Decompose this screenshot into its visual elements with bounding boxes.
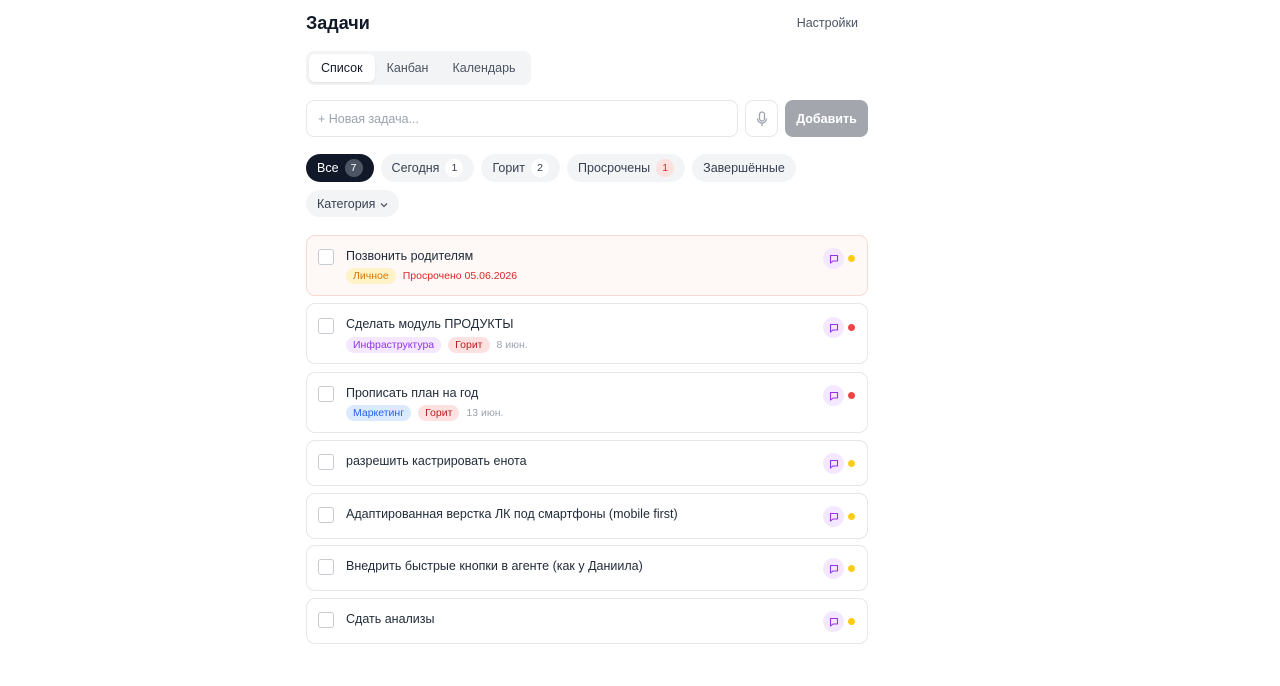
- filter-count: 1: [656, 159, 675, 177]
- task-title: Позвонить родителям: [346, 249, 474, 263]
- comment-button[interactable]: [823, 506, 844, 527]
- task-item[interactable]: Адаптированная верстка ЛК под смартфоны …: [306, 493, 868, 539]
- comment-button[interactable]: [823, 453, 844, 474]
- due-date: 13 июн.: [466, 407, 504, 419]
- category-tag: Личное: [346, 268, 396, 284]
- task-meta: Маркетинг Горит 13 июн.: [346, 405, 503, 421]
- filter-count: 1: [445, 159, 464, 177]
- comment-icon: [829, 617, 838, 627]
- settings-link[interactable]: Настройки: [797, 14, 858, 32]
- category-filter-label: Категория: [317, 196, 376, 211]
- tab-list[interactable]: Список: [309, 54, 375, 82]
- filter-label: Горит: [492, 161, 526, 175]
- comment-icon: [829, 254, 838, 264]
- add-task-row: Добавить: [306, 100, 868, 137]
- task-checkbox[interactable]: [318, 386, 334, 402]
- task-title: Внедрить быстрые кнопки в агенте (как у …: [346, 559, 643, 573]
- task-title: Сделать модуль ПРОДУКТЫ: [346, 317, 514, 331]
- comment-button[interactable]: [823, 385, 844, 406]
- comment-button[interactable]: [823, 317, 844, 338]
- task-checkbox[interactable]: [318, 559, 334, 575]
- task-checkbox[interactable]: [318, 507, 334, 523]
- task-title: Прописать план на год: [346, 386, 479, 400]
- view-tabs: Список Канбан Календарь: [306, 51, 531, 85]
- task-item[interactable]: разрешить кастрировать енота: [306, 440, 868, 486]
- filter-label: Сегодня: [391, 161, 440, 175]
- filter-hot[interactable]: Горит 2: [481, 154, 561, 182]
- mic-button[interactable]: [745, 100, 778, 137]
- priority-dot: [848, 255, 855, 262]
- category-tag: Маркетинг: [346, 405, 412, 421]
- comment-icon: [829, 391, 838, 401]
- comment-button[interactable]: [823, 248, 844, 269]
- task-item[interactable]: Прописать план на год Маркетинг Горит 13…: [306, 372, 868, 433]
- comment-icon: [829, 323, 838, 333]
- tab-kanban[interactable]: Канбан: [375, 54, 441, 82]
- filter-overdue[interactable]: Просрочены 1: [567, 154, 686, 182]
- category-row: Категория: [306, 190, 400, 217]
- new-task-input[interactable]: [306, 100, 738, 137]
- hot-tag: Горит: [418, 405, 460, 421]
- header: Задачи Настройки: [306, 11, 868, 35]
- task-checkbox[interactable]: [318, 249, 334, 265]
- task-item[interactable]: Сдать анализы: [306, 598, 868, 644]
- due-date: 8 июн.: [496, 339, 528, 351]
- task-checkbox[interactable]: [318, 454, 334, 470]
- microphone-icon: [756, 110, 767, 126]
- priority-dot: [848, 460, 855, 467]
- priority-dot: [848, 618, 855, 625]
- task-title: Сдать анализы: [346, 612, 435, 626]
- filter-row: Все 7 Сегодня 1 Горит 2 Просрочены 1 Зав…: [306, 154, 868, 182]
- category-tag: Инфраструктура: [346, 337, 442, 353]
- filter-today[interactable]: Сегодня 1: [380, 154, 475, 182]
- add-button[interactable]: Добавить: [785, 100, 868, 137]
- filter-label: Завершённые: [703, 161, 785, 175]
- task-checkbox[interactable]: [318, 318, 334, 334]
- filter-count: 7: [344, 159, 363, 177]
- comment-icon: [829, 459, 838, 469]
- task-title: разрешить кастрировать енота: [346, 454, 527, 468]
- task-item[interactable]: Сделать модуль ПРОДУКТЫ Инфраструктура Г…: [306, 303, 868, 364]
- page-title: Задачи: [306, 13, 370, 33]
- comment-icon: [829, 512, 838, 522]
- filter-label: Все: [317, 161, 339, 175]
- filter-completed[interactable]: Завершённые: [692, 154, 796, 182]
- priority-dot: [848, 324, 855, 331]
- task-title: Адаптированная верстка ЛК под смартфоны …: [346, 507, 678, 521]
- priority-dot: [848, 565, 855, 572]
- filter-count: 2: [531, 159, 550, 177]
- tab-calendar[interactable]: Календарь: [440, 54, 527, 82]
- category-filter[interactable]: Категория: [306, 190, 400, 217]
- comment-button[interactable]: [823, 558, 844, 579]
- priority-dot: [848, 513, 855, 520]
- filter-label: Просрочены: [578, 161, 651, 175]
- comment-button[interactable]: [823, 611, 844, 632]
- task-item[interactable]: Внедрить быстрые кнопки в агенте (как у …: [306, 545, 868, 591]
- comment-icon: [829, 564, 838, 574]
- priority-dot: [848, 392, 855, 399]
- task-meta: Инфраструктура Горит 8 июн.: [346, 337, 528, 353]
- task-checkbox[interactable]: [318, 612, 334, 628]
- filter-all[interactable]: Все 7: [306, 154, 374, 182]
- overdue-date: Просрочено 05.06.2026: [402, 270, 518, 282]
- chevron-down-icon: [380, 197, 388, 211]
- task-meta: Личное Просрочено 05.06.2026: [346, 268, 517, 284]
- hot-tag: Горит: [448, 337, 490, 353]
- task-item[interactable]: Позвонить родителям Личное Просрочено 05…: [306, 235, 868, 296]
